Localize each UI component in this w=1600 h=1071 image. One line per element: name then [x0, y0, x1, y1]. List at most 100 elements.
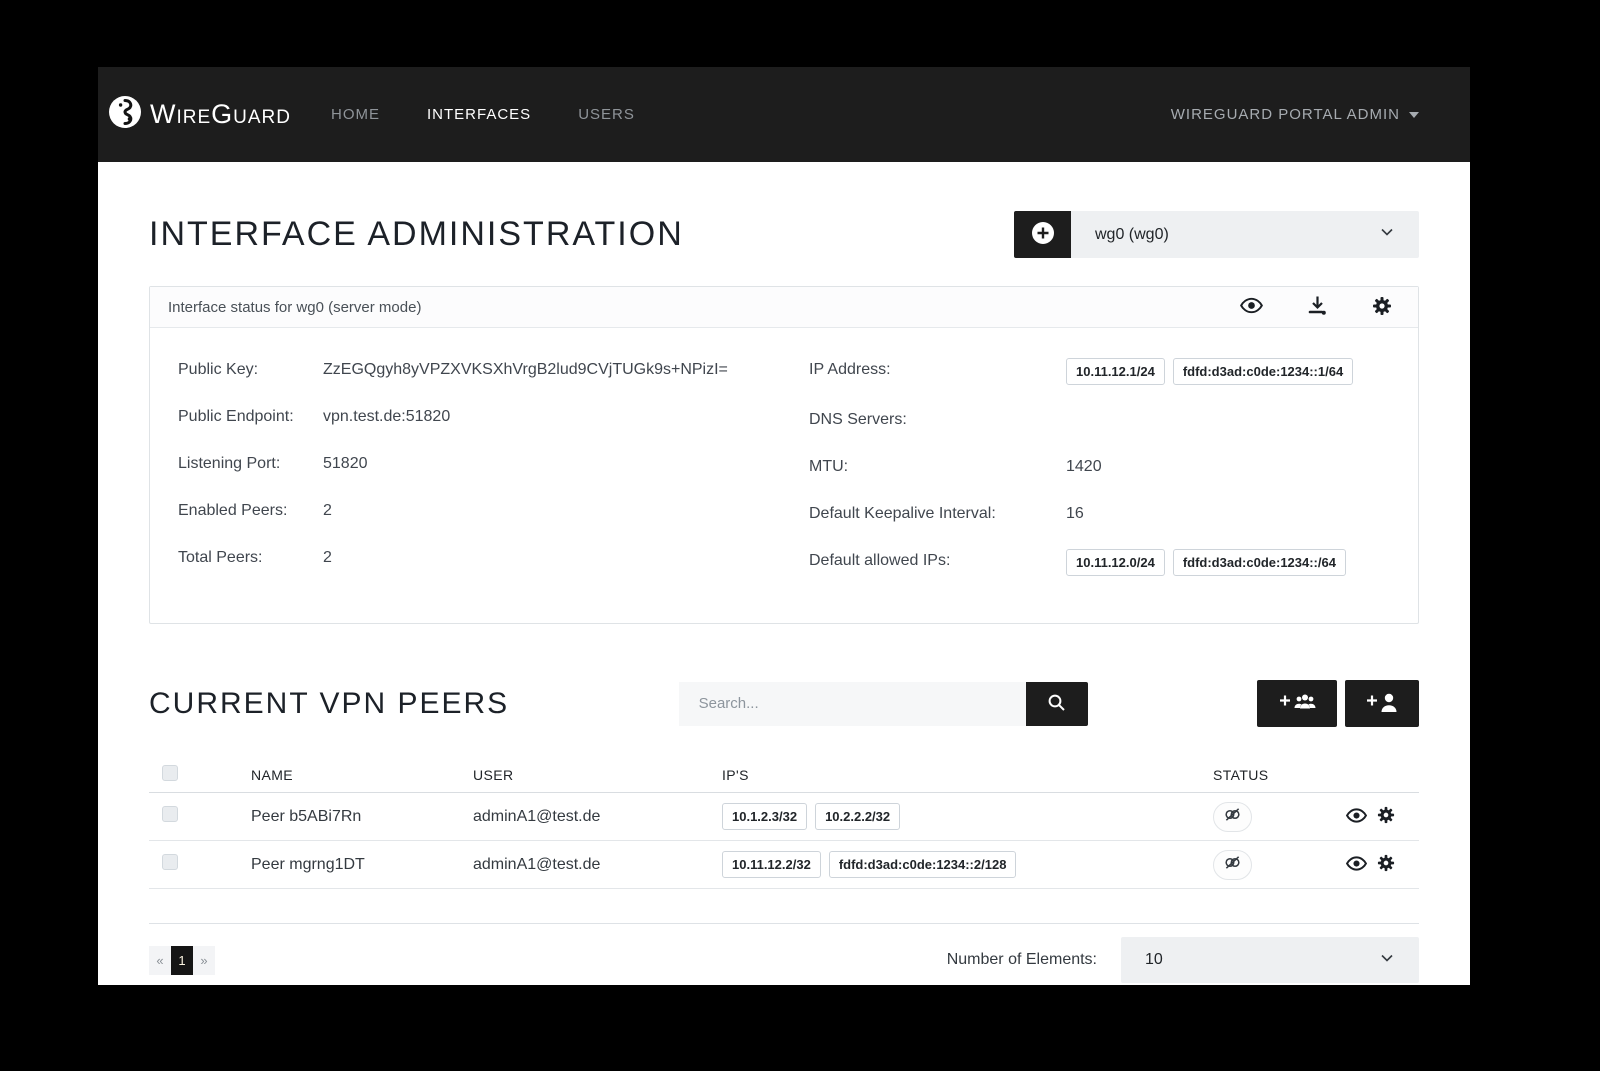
- interface-details-right: IP Address: 10.11.12.1/24 fdfd:d3ad:c0de…: [809, 358, 1390, 599]
- edit-peer-button[interactable]: [1377, 854, 1395, 875]
- peer-user: adminA1@test.de: [473, 856, 722, 874]
- pagination-page-1-button[interactable]: 1: [171, 946, 193, 975]
- peer-name: Peer mgrng1DT: [251, 856, 473, 874]
- table-row: Peer b5ABi7Rn adminA1@test.de 10.1.2.3/3…: [149, 793, 1419, 841]
- brand-text: WireGuard: [150, 99, 291, 130]
- gear-icon: [1377, 806, 1395, 827]
- view-peer-button[interactable]: [1346, 856, 1367, 874]
- brand-link[interactable]: WireGuard: [108, 95, 291, 134]
- gear-icon: [1372, 296, 1392, 319]
- ip-badge: 10.11.12.0/24: [1066, 549, 1165, 576]
- table-row: Peer mgrng1DT adminA1@test.de 10.11.12.2…: [149, 841, 1419, 889]
- nav-item-interfaces[interactable]: INTERFACES: [427, 106, 531, 123]
- field-label: Listening Port:: [178, 452, 323, 476]
- field-ip-address: IP Address: 10.11.12.1/24 fdfd:d3ad:c0de…: [809, 358, 1390, 385]
- table-bottom-divider: [149, 889, 1419, 924]
- add-users-icon: [1278, 691, 1316, 716]
- peers-table: NAME USER IP'S STATUS Peer b5ABi7Rn admi…: [149, 757, 1419, 924]
- nav-links: HOME INTERFACES USERS: [331, 106, 635, 123]
- caret-down-icon: [1409, 112, 1419, 118]
- field-label: DNS Servers:: [809, 408, 1066, 432]
- download-icon: [1307, 295, 1328, 319]
- field-listening-port: Listening Port: 51820: [178, 452, 759, 476]
- card-header-title: Interface status for wg0 (server mode): [168, 299, 421, 316]
- column-header-status: STATUS: [1213, 767, 1343, 783]
- field-value: ZzEGQgyh8yVPZXVKSXhVrgB2lud9CVjTUGk9s+NP…: [323, 358, 759, 382]
- peer-ip-badges: 10.11.12.2/32 fdfd:d3ad:c0de:1234::2/128: [722, 851, 1213, 878]
- peers-head: CURRENT VPN PEERS: [149, 680, 1419, 727]
- elements-label: Number of Elements:: [947, 951, 1097, 969]
- ip-badge: 10.1.2.3/32: [722, 803, 807, 830]
- add-peer-button[interactable]: [1345, 680, 1419, 727]
- field-label: Public Endpoint:: [178, 405, 323, 429]
- field-value: 2: [323, 546, 759, 570]
- field-label: IP Address:: [809, 358, 1066, 385]
- ip-badges: 10.11.12.0/24 fdfd:d3ad:c0de:1234::/64: [1066, 549, 1390, 576]
- pagination-prev-button[interactable]: «: [149, 946, 171, 975]
- table-header-row: NAME USER IP'S STATUS: [149, 757, 1419, 793]
- link-off-icon: [1224, 807, 1241, 827]
- field-value: [1066, 408, 1390, 432]
- ip-badge: 10.2.2.2/32: [815, 803, 900, 830]
- elements-per-page-select[interactable]: 10: [1121, 937, 1419, 983]
- eye-icon: [1346, 856, 1367, 874]
- interface-status-card: Interface status for wg0 (server mode): [149, 286, 1419, 624]
- row-checkbox[interactable]: [162, 806, 178, 822]
- main-content: INTERFACE ADMINISTRATION wg0 (wg0): [98, 162, 1470, 985]
- letterbox-background: WireGuard HOME INTERFACES USERS WIREGUAR…: [0, 0, 1600, 1071]
- field-enabled-peers: Enabled Peers: 2: [178, 499, 759, 523]
- ip-badge: 10.11.12.1/24: [1066, 358, 1165, 385]
- show-config-button[interactable]: [1240, 297, 1263, 317]
- card-header: Interface status for wg0 (server mode): [150, 287, 1418, 328]
- download-config-button[interactable]: [1307, 295, 1328, 319]
- elements-group: Number of Elements: 10: [947, 937, 1419, 983]
- search-button[interactable]: [1026, 682, 1088, 726]
- search-group: [679, 682, 1088, 726]
- add-multiple-peers-button[interactable]: [1257, 680, 1337, 727]
- field-value: 16: [1066, 502, 1390, 526]
- field-public-endpoint: Public Endpoint: vpn.test.de:51820: [178, 405, 759, 429]
- gear-icon: [1377, 854, 1395, 875]
- ip-badge: fdfd:d3ad:c0de:1234::1/64: [1173, 358, 1353, 385]
- field-public-key: Public Key: ZzEGQgyh8yVPZXVKSXhVrgB2lud9…: [178, 358, 759, 382]
- interface-details-left: Public Key: ZzEGQgyh8yVPZXVKSXhVrgB2lud9…: [178, 358, 759, 599]
- pagination: « 1 »: [149, 946, 215, 975]
- field-keepalive: Default Keepalive Interval: 16: [809, 502, 1390, 526]
- table-footer: « 1 » Number of Elements: 10: [149, 937, 1419, 983]
- interface-select[interactable]: wg0 (wg0): [1071, 211, 1419, 258]
- search-icon: [1047, 693, 1066, 715]
- status-badge: [1213, 802, 1252, 832]
- user-menu-label: WIREGUARD PORTAL ADMIN: [1171, 106, 1400, 123]
- row-actions: [1343, 854, 1419, 875]
- nav-item-users[interactable]: USERS: [578, 106, 635, 123]
- app-window: WireGuard HOME INTERFACES USERS WIREGUAR…: [98, 67, 1470, 985]
- column-header-ips: IP'S: [722, 767, 1213, 783]
- peers-title: CURRENT VPN PEERS: [149, 687, 509, 721]
- peer-name: Peer b5ABi7Rn: [251, 808, 473, 826]
- edit-peer-button[interactable]: [1377, 806, 1395, 827]
- card-body: Public Key: ZzEGQgyh8yVPZXVKSXhVrgB2lud9…: [150, 328, 1418, 623]
- field-total-peers: Total Peers: 2: [178, 546, 759, 570]
- field-value: 51820: [323, 452, 759, 476]
- edit-interface-button[interactable]: [1372, 296, 1392, 319]
- user-menu-dropdown[interactable]: WIREGUARD PORTAL ADMIN: [1171, 106, 1419, 123]
- card-header-actions: [1240, 295, 1392, 319]
- page-head: INTERFACE ADMINISTRATION wg0 (wg0): [149, 211, 1419, 258]
- elements-select-value: 10: [1145, 951, 1379, 969]
- field-value: vpn.test.de:51820: [323, 405, 759, 429]
- row-checkbox[interactable]: [162, 854, 178, 870]
- pagination-next-button[interactable]: »: [193, 946, 215, 975]
- field-label: Total Peers:: [178, 546, 323, 570]
- field-label: Default Keepalive Interval:: [809, 502, 1066, 526]
- nav-item-home[interactable]: HOME: [331, 106, 380, 123]
- view-peer-button[interactable]: [1346, 808, 1367, 826]
- navbar: WireGuard HOME INTERFACES USERS WIREGUAR…: [98, 67, 1470, 162]
- ip-badge: 10.11.12.2/32: [722, 851, 821, 878]
- add-interface-button[interactable]: [1014, 211, 1071, 258]
- status-badge: [1213, 850, 1252, 880]
- row-actions: [1343, 806, 1419, 827]
- chevron-down-icon: [1379, 950, 1395, 971]
- search-input[interactable]: [679, 682, 1026, 726]
- select-all-checkbox[interactable]: [162, 765, 178, 781]
- field-mtu: MTU: 1420: [809, 455, 1390, 479]
